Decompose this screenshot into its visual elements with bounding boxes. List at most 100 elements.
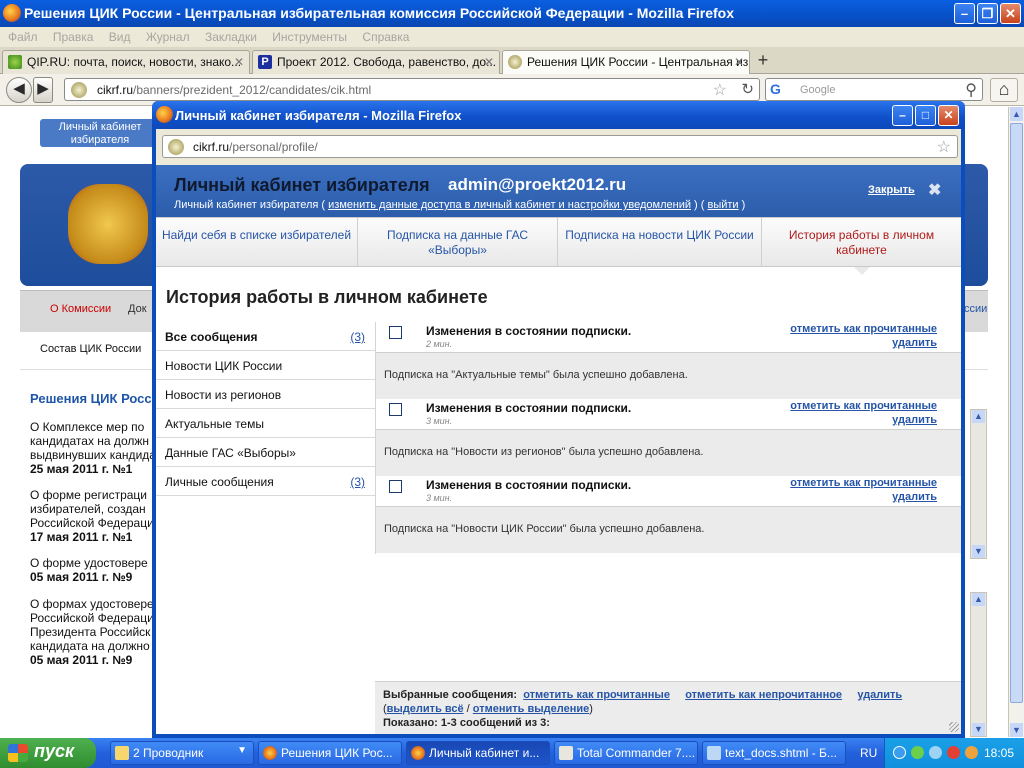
site-identity-icon[interactable] [71, 82, 87, 98]
bg-news-item[interactable]: О форме удостовере 05 мая 2011 г. №9 [30, 556, 170, 584]
forward-button[interactable]: ▶ [33, 77, 53, 103]
popup-minimize-button[interactable]: – [892, 105, 913, 126]
menu-view[interactable]: Вид [109, 27, 131, 44]
language-indicator[interactable]: RU [860, 746, 877, 760]
scroll-down-icon[interactable]: ▼ [972, 545, 985, 558]
scroll-thumb[interactable] [1010, 123, 1023, 703]
bg-cabinet-tab[interactable]: Личный кабинет избирателя [40, 119, 160, 147]
menu-file[interactable]: Файл [8, 27, 38, 44]
google-icon[interactable]: G [770, 81, 781, 97]
search-bar[interactable]: G Google ⚲ [765, 78, 983, 101]
back-button[interactable]: ◀ [6, 77, 32, 103]
bg-menu-about[interactable]: О Комиссии [50, 303, 111, 315]
bg-submenu[interactable]: Состав ЦИК России [40, 343, 141, 355]
scroll-down-icon[interactable]: ▼ [972, 723, 985, 736]
close-window-button[interactable]: ✕ [1000, 3, 1021, 24]
taskbar-item-explorer[interactable]: 2 Проводник ▼ [110, 741, 254, 765]
menu-help[interactable]: Справка [362, 27, 409, 44]
popup-close-button[interactable]: ✕ [938, 105, 959, 126]
clock[interactable]: 18:05 [984, 746, 1014, 760]
site-identity-icon[interactable] [168, 139, 184, 155]
message-checkbox[interactable] [389, 403, 402, 416]
bookmark-star-icon[interactable]: ☆ [937, 137, 951, 157]
mark-read-link[interactable]: отметить как прочитанные [790, 477, 937, 489]
mark-read-link[interactable]: отметить как прочитанные [790, 400, 937, 412]
menu-tools[interactable]: Инструменты [272, 27, 347, 44]
popup-address-bar[interactable]: cikrf.ru/personal/profile/ ☆ [162, 135, 958, 158]
resize-grip-icon[interactable] [949, 722, 959, 732]
sidebar-item-regional-news[interactable]: Новости из регионов [156, 380, 375, 409]
taskbar-item-total-commander[interactable]: Total Commander 7.... [554, 741, 698, 765]
start-button[interactable]: пуск [0, 738, 96, 768]
sidebar-item-personal[interactable]: Личные сообщения (3) [156, 467, 375, 496]
menu-history[interactable]: Журнал [146, 27, 190, 44]
reload-icon[interactable]: ↻ [741, 80, 754, 98]
bulk-delete-link[interactable]: удалить [857, 689, 902, 701]
menu-edit[interactable]: Правка [53, 27, 94, 44]
select-all-link[interactable]: выделить всё [387, 703, 464, 715]
message-checkbox[interactable] [389, 480, 402, 493]
restore-button[interactable]: ❐ [977, 3, 998, 24]
antivirus-icon[interactable] [947, 746, 960, 759]
bg-inner-scrollbar[interactable]: ▲ ▼ [970, 592, 987, 737]
network-icon[interactable] [929, 746, 942, 759]
sidebar-item-cik-news[interactable]: Новости ЦИК России [156, 351, 375, 380]
check-icon[interactable] [911, 746, 924, 759]
scroll-up-icon[interactable]: ▲ [972, 593, 985, 606]
main-scrollbar[interactable]: ▲ ▼ [1008, 107, 1024, 737]
delete-link[interactable]: удалить [892, 491, 937, 503]
close-icon[interactable]: ✖ [928, 180, 941, 200]
tab-cik[interactable]: Решения ЦИК России - Центральная из... ✕ [502, 50, 750, 74]
logout-link[interactable]: выйти [708, 199, 739, 211]
tab-close-icon[interactable]: ✕ [734, 55, 744, 69]
tab-gas-subscription[interactable]: Подписка на данные ГАС «Выборы» [358, 218, 558, 267]
sidebar-item-count[interactable]: (3) [350, 475, 365, 489]
home-button[interactable]: ⌂ [990, 78, 1018, 102]
tab-close-icon[interactable]: ✕ [234, 55, 244, 69]
mark-read-link[interactable]: отметить как прочитанные [790, 323, 937, 335]
new-tab-button[interactable]: + [752, 51, 774, 71]
bookmark-star-icon[interactable]: ☆ [713, 80, 727, 100]
selection-row: (выделить всё / отменить выделение) [383, 703, 593, 715]
scroll-up-icon[interactable]: ▲ [1010, 107, 1023, 121]
bg-news-item[interactable]: О Комплексе мер по кандидатах на должн в… [30, 420, 170, 476]
tab-find-in-list[interactable]: Найди себя в списке избирателей [156, 218, 358, 267]
sidebar-item-gas-data[interactable]: Данные ГАС «Выборы» [156, 438, 375, 467]
menu-bookmarks[interactable]: Закладки [205, 27, 257, 44]
firefox-tray-icon[interactable] [965, 746, 978, 759]
address-bar[interactable]: cikrf.ru/banners/prezident_2012/candidat… [64, 78, 760, 101]
floppy-icon [559, 746, 573, 760]
sidebar-item-topics[interactable]: Актуальные темы [156, 409, 375, 438]
cabinet-subtitle: Личный кабинет избирателя ( изменить дан… [174, 199, 745, 211]
sidebar-item-all[interactable]: Все сообщения (3) [156, 322, 375, 351]
taskbar-item-firefox-cik[interactable]: Решения ЦИК Рос... [258, 741, 402, 765]
change-access-link[interactable]: изменить данные доступа в личный кабинет… [328, 199, 691, 211]
tab-close-icon[interactable]: ✕ [484, 55, 494, 69]
scroll-down-icon[interactable]: ▼ [1010, 723, 1023, 737]
sidebar-item-count[interactable]: (3) [350, 330, 365, 344]
tab-news-subscription[interactable]: Подписка на новости ЦИК России [558, 218, 762, 267]
bulk-mark-read-link[interactable]: отметить как прочитанные [523, 689, 670, 701]
search-icon[interactable]: ⚲ [965, 80, 977, 100]
popup-maximize-button[interactable]: □ [915, 105, 936, 126]
bulk-mark-unread-link[interactable]: отметить как непрочитанное [685, 689, 842, 701]
bg-heading[interactable]: Решения ЦИК Росс [30, 391, 152, 406]
back-arrow-icon[interactable] [893, 746, 906, 759]
scroll-up-icon[interactable]: ▲ [972, 410, 985, 423]
deselect-link[interactable]: отменить выделение [473, 703, 589, 715]
bg-menu-right[interactable]: ссии [964, 303, 987, 315]
bg-menu-docs[interactable]: Док [128, 303, 147, 315]
taskbar-item-firefox-cabinet[interactable]: Личный кабинет и... [406, 741, 550, 765]
bg-news-item[interactable]: О форме регистраци избирателей, создан Р… [30, 488, 170, 544]
cabinet-close-link[interactable]: Закрыть [868, 184, 915, 196]
tab-qip[interactable]: QIP.RU: почта, поиск, новости, знако... … [2, 50, 250, 74]
taskbar-item-notepad[interactable]: text_docs.shtml - Б... [702, 741, 846, 765]
delete-link[interactable]: удалить [892, 337, 937, 349]
minimize-button[interactable]: – [954, 3, 975, 24]
bg-news-item[interactable]: О формах удостовере Российской Федераци … [30, 597, 170, 667]
tab-proekt2012[interactable]: P Проект 2012. Свобода, равенство, до...… [252, 50, 500, 74]
delete-link[interactable]: удалить [892, 414, 937, 426]
bg-inner-scrollbar[interactable]: ▲ ▼ [970, 409, 987, 559]
message-checkbox[interactable] [389, 326, 402, 339]
tab-history[interactable]: История работы в личном кабинете [762, 218, 961, 275]
